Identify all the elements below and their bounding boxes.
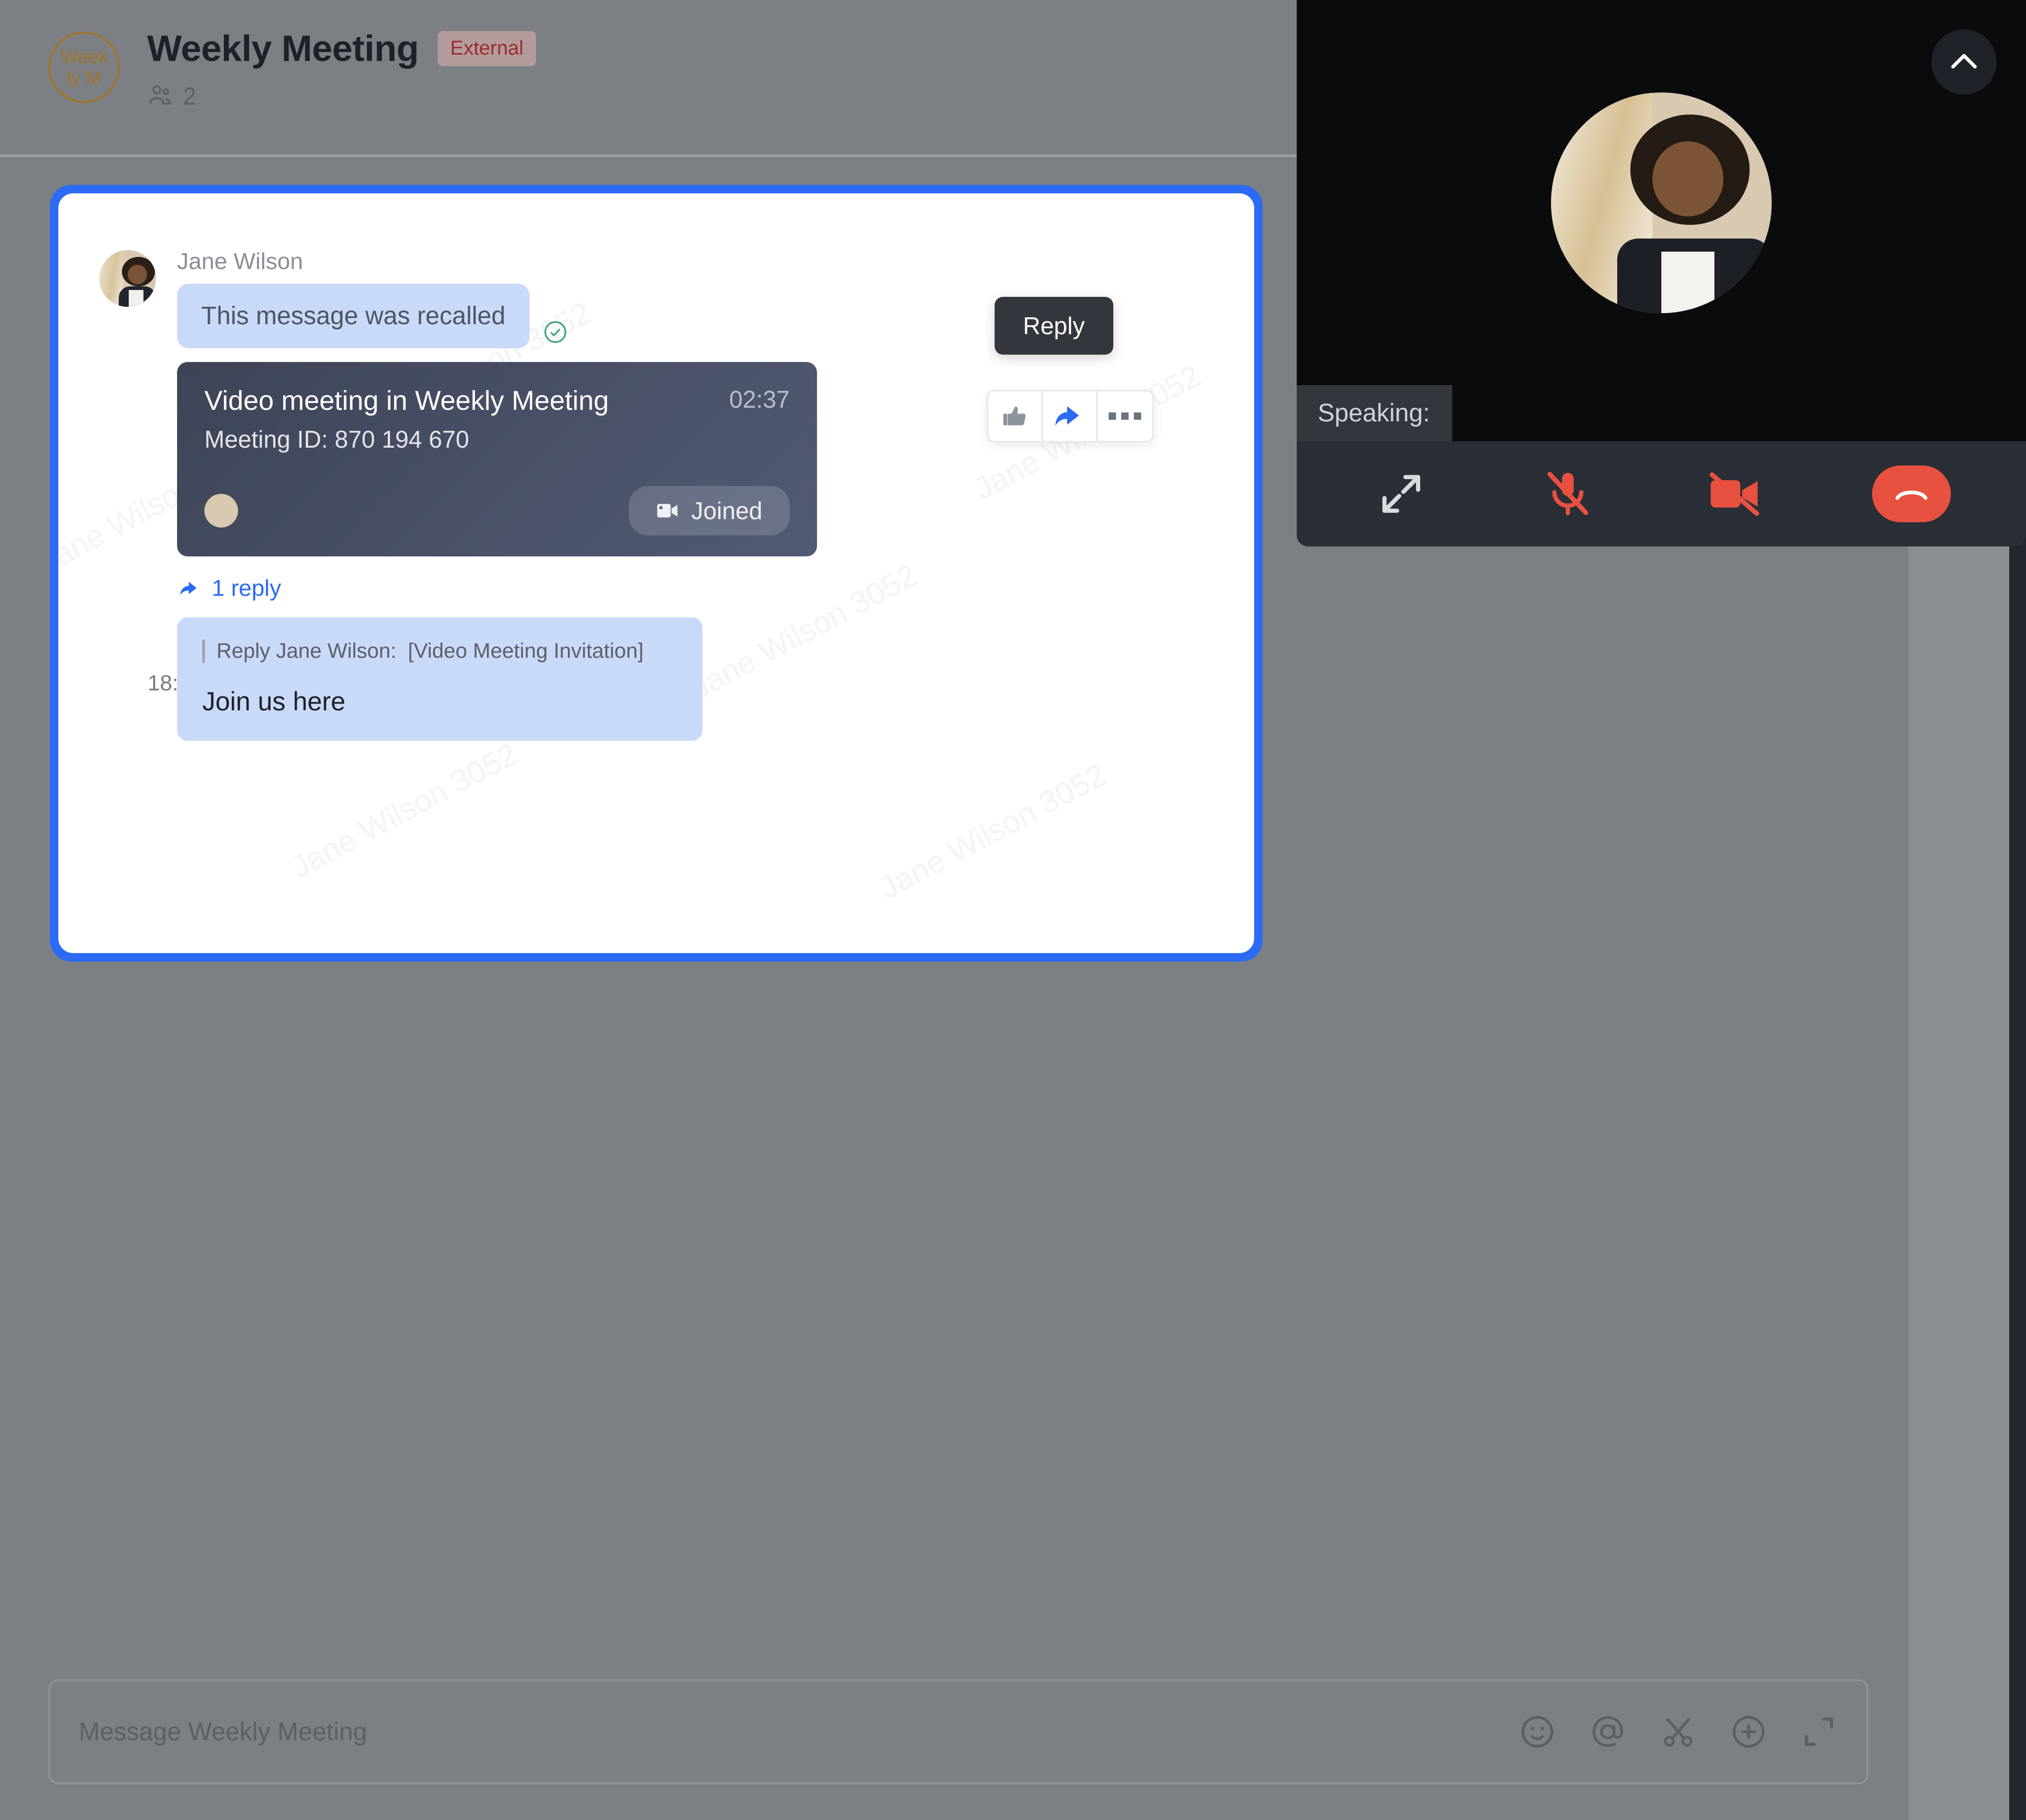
search-input[interactable]: Message Weekly Meeting [79, 1718, 1518, 1746]
thread-reply-bubble[interactable]: Reply Jane Wilson: [Video Meeting Invita… [177, 617, 702, 741]
chat-header-text: Weekly Meeting External 2 [147, 27, 536, 110]
chevron-up-icon [1951, 54, 1977, 69]
meeting-card-bottom: Joined [204, 486, 790, 535]
composer-toolbar [1518, 1713, 1838, 1751]
group-avatar-line2: ly M [67, 67, 101, 88]
expand-call-button[interactable] [1372, 465, 1430, 523]
avatar [204, 494, 238, 528]
camera-off-icon [1709, 472, 1759, 516]
collapse-call-button[interactable] [1931, 29, 1997, 95]
meeting-card-top: Video meeting in Weekly Meeting 02:37 [204, 385, 790, 417]
watermark-text: Jane Wilson 3052 [874, 757, 1112, 906]
reply-tooltip: Reply [995, 297, 1113, 355]
quoted-subject: [Video Meeting Invitation] [408, 639, 644, 663]
sender-name: Jane Wilson [177, 249, 303, 274]
page-title: Weekly Meeting [147, 28, 419, 69]
like-button[interactable] [988, 391, 1043, 441]
quoted-prefix: Reply Jane Wilson: [216, 639, 397, 663]
app-root: Week ly M Weekly Meeting External 2 Jane… [0, 0, 2026, 1820]
reply-arrow-icon [180, 582, 197, 595]
watermark-text: Jane Wilson 3052 [285, 736, 523, 885]
group-avatar-line1: Week [60, 45, 108, 67]
recalled-message-bubble: This message was recalled [177, 284, 530, 348]
emoji-icon[interactable] [1518, 1713, 1556, 1751]
quote-bar [202, 639, 205, 663]
chat-title-row: Weekly Meeting External [147, 27, 536, 69]
video-call-panel: Speaking: [1297, 0, 2026, 546]
message-action-toolbar[interactable] [987, 390, 1154, 442]
meeting-title: Video meeting in Weekly Meeting [204, 386, 609, 416]
more-button[interactable] [1098, 391, 1152, 441]
mention-icon[interactable] [1589, 1713, 1627, 1751]
message-body: Jane Wilson This message was recalled Vi… [58, 193, 1254, 741]
external-badge: External [437, 30, 536, 66]
video-meeting-card[interactable]: Video meeting in Weekly Meeting 02:37 Me… [177, 362, 817, 556]
call-controls [1297, 441, 2026, 546]
video-camera-icon [657, 504, 678, 518]
speaking-label: Speaking: [1297, 385, 1452, 441]
joined-label: Joined [691, 497, 762, 524]
joined-button[interactable]: Joined [629, 486, 790, 535]
thread-reply-count[interactable]: 1 reply [179, 575, 1254, 602]
microphone-toggle-button[interactable] [1539, 465, 1597, 523]
microphone-muted-icon [1547, 472, 1588, 515]
expand-composer-icon[interactable] [1800, 1713, 1838, 1751]
plus-icon[interactable] [1730, 1713, 1767, 1751]
members-icon [149, 85, 171, 105]
meeting-timer: 02:37 [729, 386, 790, 413]
check-circle-icon [544, 321, 567, 343]
meeting-id: Meeting ID: 870 194 670 [204, 426, 469, 453]
reply-button[interactable] [1043, 391, 1098, 441]
hangup-icon [1895, 490, 1927, 500]
members-count: 2 [183, 82, 197, 110]
reply-body-text: Join us here [202, 687, 346, 716]
expand-icon [1382, 475, 1420, 513]
message-composer[interactable]: Message Weekly Meeting [48, 1679, 1868, 1784]
thumbs-up-icon [1003, 406, 1026, 426]
avatar[interactable] [99, 250, 156, 307]
reply-icon [1055, 406, 1079, 426]
camera-toggle-button[interactable] [1705, 465, 1763, 523]
avatar [1551, 92, 1772, 314]
quoted-reply: Reply Jane Wilson: [Video Meeting Invita… [202, 639, 677, 663]
call-video-stage [1297, 0, 2026, 441]
scissors-icon[interactable] [1659, 1713, 1697, 1751]
more-icon [1109, 412, 1141, 420]
group-avatar[interactable]: Week ly M [48, 32, 120, 103]
members-row[interactable]: 2 [147, 82, 536, 110]
hangup-button[interactable] [1872, 466, 1951, 522]
reply-count-label: 1 reply [212, 575, 282, 601]
